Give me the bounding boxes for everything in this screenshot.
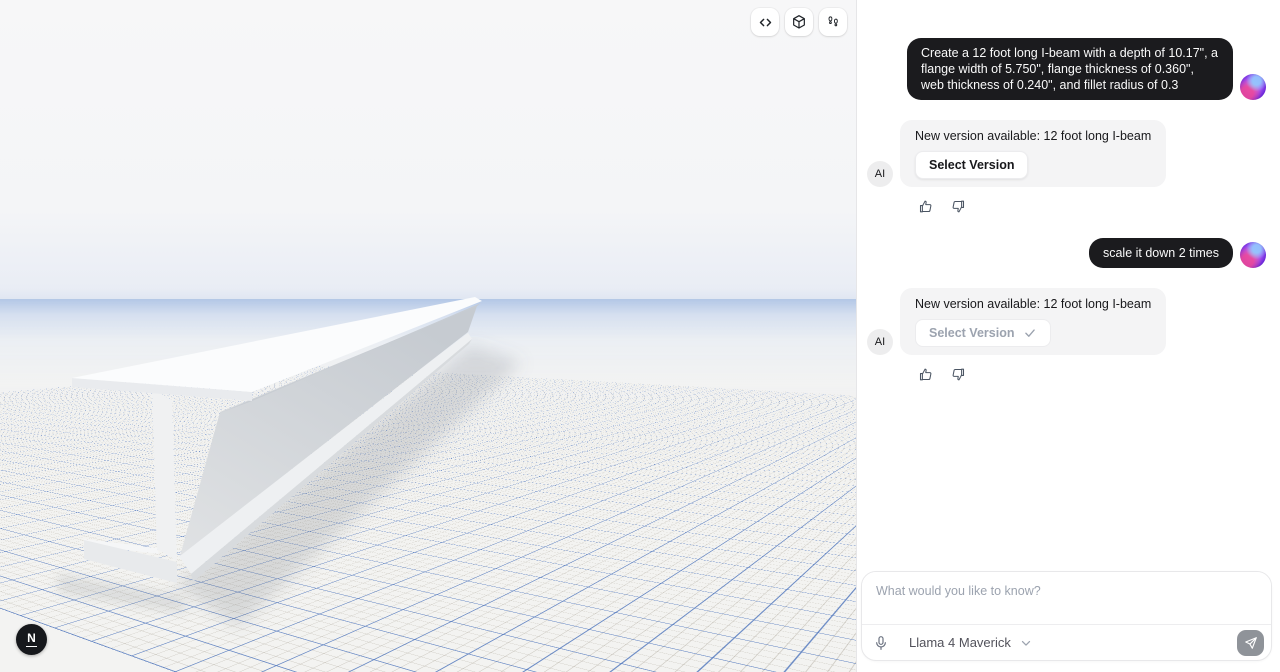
thumbs-down-icon <box>951 367 966 382</box>
user-message-row: scale it down 2 times <box>867 238 1266 268</box>
select-version-label: Select Version <box>929 326 1014 340</box>
send-icon <box>1244 636 1258 650</box>
assistant-message-text: New version available: 12 foot long I-be… <box>915 296 1151 312</box>
model-selector[interactable]: Llama 4 Maverick <box>909 635 1033 650</box>
feedback-row <box>918 199 1266 214</box>
assistant-message-row: AI New version available: 12 foot long I… <box>867 120 1266 187</box>
send-button[interactable] <box>1237 630 1264 656</box>
walkthrough-button[interactable] <box>819 8 847 36</box>
user-avatar <box>1240 74 1266 100</box>
user-message-bubble: scale it down 2 times <box>1089 238 1233 268</box>
ibeam-model[interactable] <box>0 0 856 672</box>
microphone-icon <box>873 635 889 651</box>
chat-input[interactable] <box>862 572 1271 624</box>
chat-panel: Create a 12 foot long I-beam with a dept… <box>856 0 1280 672</box>
user-message-bubble: Create a 12 foot long I-beam with a dept… <box>907 38 1233 100</box>
select-version-button-selected[interactable]: Select Version <box>915 319 1051 347</box>
thumbs-up-button[interactable] <box>918 367 933 382</box>
app: N Create a 12 foot long I-beam with a de… <box>0 0 1280 672</box>
feedback-row <box>918 367 1266 382</box>
model-selector-label: Llama 4 Maverick <box>909 635 1011 650</box>
thumbs-up-icon <box>918 367 933 382</box>
assistant-avatar: AI <box>867 161 893 187</box>
assistant-message-text: New version available: 12 foot long I-be… <box>915 128 1151 144</box>
thumbs-up-button[interactable] <box>918 199 933 214</box>
3d-viewport-canvas[interactable]: N <box>0 0 856 672</box>
logo-letter: N <box>26 632 37 647</box>
user-message-row: Create a 12 foot long I-beam with a dept… <box>867 38 1266 100</box>
chevron-down-icon <box>1019 636 1033 650</box>
check-icon <box>1023 326 1037 340</box>
assistant-message-row: AI New version available: 12 foot long I… <box>867 288 1266 355</box>
select-version-label: Select Version <box>929 158 1014 172</box>
assistant-avatar: AI <box>867 329 893 355</box>
chat-message-list[interactable]: Create a 12 foot long I-beam with a dept… <box>857 0 1280 570</box>
assistant-message-bubble: New version available: 12 foot long I-be… <box>900 120 1166 187</box>
microphone-button[interactable] <box>873 635 889 651</box>
thumbs-down-button[interactable] <box>951 199 966 214</box>
composer-inputbox: Llama 4 Maverick <box>861 571 1272 661</box>
select-version-button[interactable]: Select Version <box>915 151 1028 179</box>
user-avatar <box>1240 242 1266 268</box>
composer-toolbar: Llama 4 Maverick <box>862 624 1271 660</box>
thumbs-up-icon <box>918 199 933 214</box>
3d-view-button[interactable] <box>785 8 813 36</box>
assistant-message-bubble: New version available: 12 foot long I-be… <box>900 288 1166 355</box>
code-icon <box>758 15 773 30</box>
code-view-button[interactable] <box>751 8 779 36</box>
walkthrough-icon <box>826 15 841 30</box>
thumbs-down-icon <box>951 199 966 214</box>
viewport-toolbar <box>751 8 847 36</box>
composer: Llama 4 Maverick <box>861 571 1272 661</box>
thumbs-down-button[interactable] <box>951 367 966 382</box>
app-logo-button[interactable]: N <box>16 624 47 655</box>
cube-icon <box>791 14 807 30</box>
